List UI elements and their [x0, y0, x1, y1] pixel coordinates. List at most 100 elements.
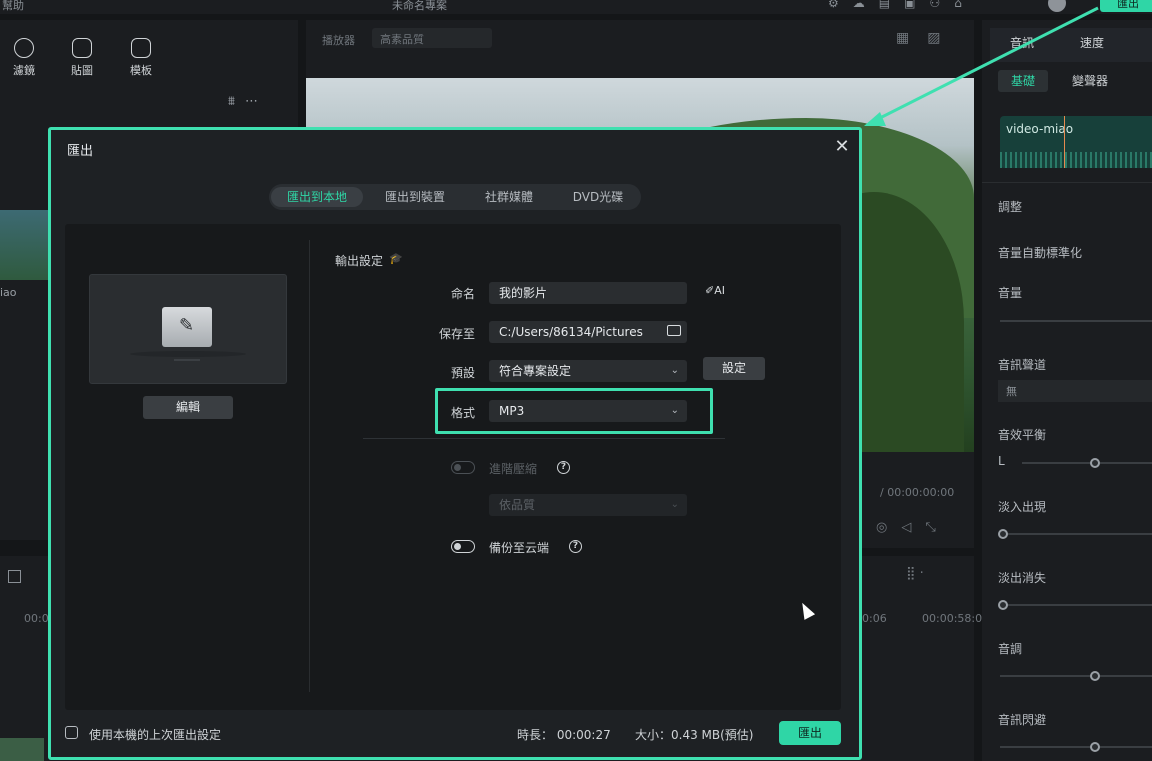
sticker-icon	[72, 38, 92, 58]
export-content: ✎ 編輯 輸出設定 🎓 命名 我的影片 ✐AI 保存至 C:/Users/861…	[65, 224, 841, 710]
media-clip-name: iao	[0, 286, 17, 299]
ai-rename-icon[interactable]: ✐AI	[705, 284, 725, 297]
fade-in-slider[interactable]	[998, 529, 1152, 539]
toolbar-icons[interactable]: ⚙☁▤▣⚇⌂	[828, 0, 976, 10]
volume-slider[interactable]	[1000, 320, 1152, 322]
format-select[interactable]: MP3 ⌄	[489, 400, 687, 422]
panel-divider	[982, 182, 1152, 183]
preset-settings-button[interactable]: 設定	[703, 357, 765, 380]
content-divider	[309, 240, 310, 692]
avatar[interactable]	[1048, 0, 1066, 12]
save-path-value: C:/Users/86134/Pictures	[499, 325, 643, 339]
media-clip-thumbnail[interactable]	[0, 210, 48, 280]
timeline-select-icon[interactable]	[8, 570, 21, 583]
sort-more-icons[interactable]: ⩩⋯	[228, 94, 268, 109]
pitch-label: 音調	[998, 642, 1023, 656]
folder-icon[interactable]	[667, 325, 681, 336]
preset-label: 預設	[450, 366, 475, 380]
fade-in-label: 淡入出現	[998, 500, 1047, 514]
tool-template[interactable]: 模板	[121, 38, 161, 78]
filter-icon	[14, 38, 34, 58]
player-quality-select[interactable]: 高素品質	[372, 28, 492, 48]
graduation-cap-icon[interactable]: 🎓	[389, 252, 403, 265]
settings-divider	[363, 438, 725, 439]
fade-out-knob[interactable]	[998, 600, 1008, 610]
tab-audio[interactable]: 音訊	[1010, 34, 1034, 51]
chevron-down-icon: ⌄	[670, 365, 679, 376]
sub-tab-basic[interactable]: 基礎	[998, 70, 1048, 92]
size-text: 大小：0.43 MB(預估)	[635, 728, 754, 742]
format-value: MP3	[499, 404, 525, 418]
fade-in-knob[interactable]	[998, 529, 1008, 539]
name-input[interactable]: 我的影片	[489, 282, 687, 304]
preset-select[interactable]: 符合專案設定 ⌄	[489, 360, 687, 382]
tab-social-media[interactable]: 社群媒體	[469, 187, 549, 207]
use-last-settings-checkbox[interactable]	[65, 726, 78, 739]
fade-out-label: 淡出消失	[998, 571, 1047, 585]
advanced-compress-toggle[interactable]	[451, 461, 475, 474]
adjust-heading: 調整	[998, 200, 1023, 214]
fade-out-slider[interactable]	[998, 600, 1152, 610]
tool-template-label: 模板	[130, 64, 152, 77]
template-icon	[131, 38, 151, 58]
channel-label: 音訊聲道	[998, 358, 1047, 372]
help-icon[interactable]: ?	[557, 461, 570, 474]
output-settings-title: 輸出設定	[335, 254, 384, 268]
tab-export-device[interactable]: 匯出到裝置	[369, 187, 461, 207]
sub-tab-voice-changer[interactable]: 變聲器	[1072, 72, 1108, 89]
ducking-knob[interactable]	[1090, 742, 1100, 752]
quality-select: 依品質 ⌄	[489, 494, 687, 516]
player-label: 播放器	[322, 34, 355, 47]
waveform-clip-name: video-miao	[1006, 122, 1074, 136]
export-button[interactable]: 匯出	[779, 721, 841, 745]
channel-select[interactable]: 無	[998, 380, 1152, 402]
menu-help[interactable]: 幫助	[2, 0, 24, 13]
balance-slider[interactable]	[1022, 458, 1152, 468]
waveform-bars	[1000, 152, 1152, 168]
advanced-compress-label: 進階壓縮	[489, 462, 538, 476]
preview-shadow	[130, 351, 246, 357]
ducking-label: 音訊閃避	[998, 713, 1047, 727]
player-view-icons[interactable]: ▦▨	[896, 30, 958, 46]
tab-export-local[interactable]: 匯出到本地	[271, 187, 363, 207]
tab-speed[interactable]: 速度	[1080, 34, 1104, 51]
top-export-button[interactable]: 匯出	[1100, 0, 1152, 12]
quality-value: 依品質	[499, 498, 536, 512]
edit-button[interactable]: 編輯	[143, 396, 233, 419]
edit-pen-icon: ✎	[179, 315, 195, 336]
save-path-field[interactable]: C:/Users/86134/Pictures	[489, 321, 687, 343]
balance-label: 音效平衡	[998, 428, 1047, 442]
tool-sticker-label: 貼圖	[71, 64, 93, 77]
project-title: 未命名專案	[392, 0, 447, 12]
save-to-label: 保存至	[438, 327, 475, 341]
timeline-clip[interactable]	[0, 738, 44, 761]
chevron-down-icon: ⌄	[670, 405, 679, 416]
chevron-down-icon: ⌄	[670, 499, 679, 510]
cloud-backup-label: 備份至云端	[489, 541, 550, 555]
export-dialog: 匯出 ✕ 匯出到本地 匯出到裝置 社群媒體 DVD光碟 ✎ 編輯 輸出設定 🎓 …	[48, 127, 862, 760]
tool-sticker[interactable]: 貼圖	[62, 38, 102, 78]
preset-value: 符合專案設定	[499, 364, 572, 378]
cloud-backup-toggle[interactable]	[451, 540, 475, 553]
export-tab-bar: 匯出到本地 匯出到裝置 社群媒體 DVD光碟	[269, 184, 641, 210]
format-label: 格式	[450, 406, 475, 420]
ducking-slider[interactable]	[1000, 742, 1152, 752]
dialog-title: 匯出	[67, 144, 94, 159]
tool-filter[interactable]: 濾鏡	[4, 38, 44, 78]
volume-label: 音量	[998, 286, 1023, 300]
pitch-slider[interactable]	[1000, 671, 1152, 681]
balance-knob[interactable]	[1090, 458, 1100, 468]
tab-dvd[interactable]: DVD光碟	[557, 187, 639, 207]
help-icon[interactable]: ?	[569, 540, 582, 553]
player-timecode: / 00:00:00:00	[880, 486, 955, 499]
pitch-knob[interactable]	[1090, 671, 1100, 681]
close-icon[interactable]: ✕	[831, 136, 853, 158]
timeline-ruler-left: 00:0	[24, 612, 49, 625]
use-last-settings-label: 使用本機的上次匯出設定	[89, 728, 222, 742]
player-control-icons[interactable]: ◎◁⤡	[876, 520, 950, 535]
preview-image: ✎	[162, 307, 212, 347]
timeline-grid-icon[interactable]: ⣿ ·	[906, 566, 924, 581]
top-menu-bar: 幫助 未命名專案 ⚙☁▤▣⚇⌂ 匯出	[0, 0, 1152, 14]
preview-underline	[174, 359, 200, 361]
timeline-ruler-mid: 0:06	[862, 612, 887, 625]
